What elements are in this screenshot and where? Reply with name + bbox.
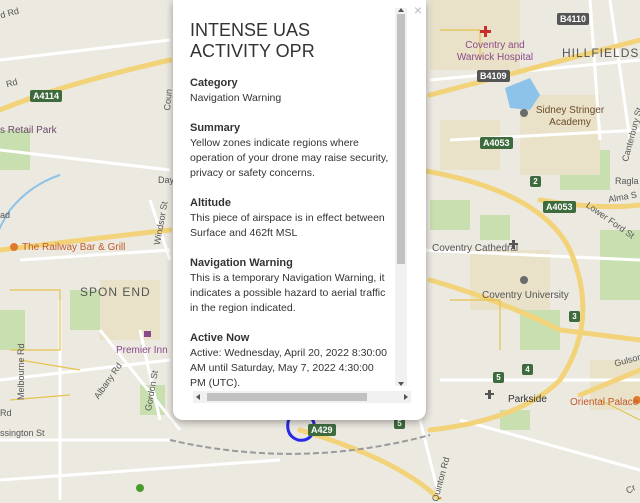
- section-navigation-warning: Navigation Warning This is a temporary N…: [190, 256, 390, 316]
- park-icon: [136, 484, 144, 492]
- bar-icon: [10, 243, 18, 251]
- section-body: Yellow zones indicate regions where oper…: [190, 137, 389, 179]
- vertical-scrollbar[interactable]: [395, 8, 407, 386]
- junction-4: 4: [522, 364, 533, 375]
- scroll-right-arrow-icon[interactable]: [404, 394, 408, 400]
- school-icon: [520, 109, 528, 117]
- label-oriental-palace: Oriental Palace: [570, 397, 639, 408]
- scroll-left-arrow-icon[interactable]: [196, 394, 200, 400]
- label-spon-end: SPON END: [80, 285, 151, 299]
- horizontal-scroll-thumb[interactable]: [207, 393, 367, 401]
- label-ad: ad: [0, 210, 11, 220]
- popup-scroll-area[interactable]: INTENSE UAS ACTIVITY OPR Category Naviga…: [173, 0, 409, 388]
- label-railway-bar: The Railway Bar & Grill: [22, 242, 126, 253]
- label-melbourne-rd: Melbourne Rd: [16, 343, 26, 400]
- vertical-scroll-thumb[interactable]: [397, 14, 405, 264]
- section-active-now: Active Now Active: Wednesday, April 20, …: [190, 331, 390, 388]
- hotel-icon: [144, 331, 151, 337]
- popup-title: INTENSE UAS ACTIVITY OPR: [190, 20, 315, 61]
- label-hillfields: HILLFIELDS: [562, 46, 640, 60]
- scroll-up-arrow-icon[interactable]: [398, 8, 404, 12]
- label-day: Day: [158, 175, 175, 185]
- section-body: Active: Wednesday, April 20, 2022 8:30:0…: [190, 347, 387, 388]
- university-icon: [520, 276, 528, 284]
- section-altitude: Altitude This piece of airspace is in ef…: [190, 196, 390, 241]
- popup-content: INTENSE UAS ACTIVITY OPR Category Naviga…: [173, 0, 390, 388]
- junction-5: 5: [493, 372, 504, 383]
- label-retail-park: s Retail Park: [0, 125, 57, 136]
- horizontal-scrollbar[interactable]: [193, 391, 411, 403]
- shield-a4053-a: A4053: [480, 137, 513, 149]
- shield-a4053-b: A4053: [543, 201, 576, 213]
- label-coventry-university: Coventry University: [482, 290, 569, 301]
- section-heading: Summary: [190, 122, 241, 134]
- junction-2: 2: [530, 176, 541, 187]
- section-heading: Category: [190, 77, 238, 89]
- shield-b4110: B4110: [557, 13, 590, 25]
- junction-3: 3: [569, 311, 580, 322]
- section-body: This piece of airspace is in effect betw…: [190, 212, 385, 239]
- section-body: This is a temporary Navigation Warning, …: [190, 272, 386, 314]
- close-icon[interactable]: ×: [414, 3, 422, 17]
- shield-a4114: A4114: [30, 90, 63, 102]
- section-heading: Active Now: [190, 332, 250, 344]
- label-essington-st: ssington St: [0, 428, 45, 438]
- airspace-info-popup: × INTENSE UAS ACTIVITY OPR Category Navi…: [173, 0, 426, 420]
- section-category: Category Navigation Warning: [190, 76, 390, 106]
- church-icon-2-bar: [485, 393, 494, 395]
- label-premier-inn: Premier Inn: [116, 345, 168, 356]
- label-parkside: Parkside: [508, 394, 547, 405]
- label-ragla: Ragla: [615, 176, 639, 186]
- scroll-down-arrow-icon[interactable]: [398, 382, 404, 386]
- label-rd-bottom: Rd: [0, 408, 12, 418]
- section-summary: Summary Yellow zones indicate regions wh…: [190, 121, 390, 181]
- label-coventry-cathedral: Coventry Cathedral: [432, 243, 519, 254]
- label-coventry-hospital: Coventry and Warwick Hospital: [456, 40, 534, 63]
- section-heading: Altitude: [190, 197, 231, 209]
- section-heading: Navigation Warning: [190, 257, 293, 269]
- shield-b4109: B4109: [477, 70, 510, 82]
- shield-a429: A429: [308, 424, 336, 436]
- section-body: Navigation Warning: [190, 92, 282, 104]
- label-sidney-stringer: Sidney Stringer Academy: [535, 105, 605, 128]
